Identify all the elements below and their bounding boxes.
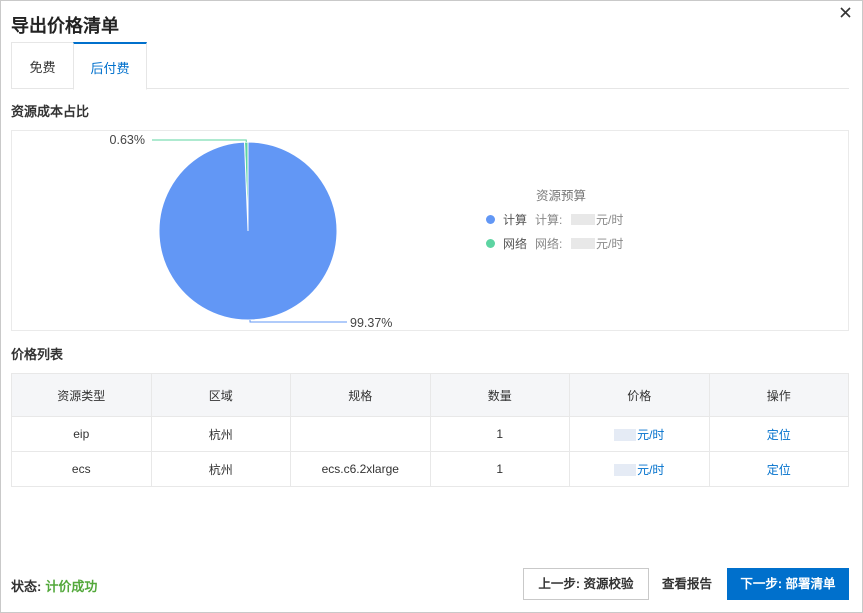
col-header-price: 价格 bbox=[569, 373, 710, 417]
redacted-price bbox=[614, 464, 637, 477]
cell-resource-type: ecs bbox=[11, 451, 152, 487]
pie-chart: 0.63% 99.37% bbox=[110, 133, 393, 330]
price-table: 资源类型 区域 规格 数量 价格 操作 eip 杭州 1 元/时 定位 ecs … bbox=[11, 373, 849, 487]
pie-slice-compute[interactable] bbox=[158, 141, 338, 321]
col-header-resource-type: 资源类型 bbox=[11, 373, 152, 417]
price-unit: 元/时 bbox=[637, 462, 665, 477]
price-unit: 元/时 bbox=[637, 427, 665, 442]
cell-resource-type: eip bbox=[11, 416, 152, 452]
legend-value-label-network: 网络: bbox=[535, 237, 563, 251]
col-header-spec: 规格 bbox=[290, 373, 431, 417]
status-value: 计价成功 bbox=[45, 579, 98, 594]
cell-spec bbox=[290, 416, 431, 452]
close-button[interactable] bbox=[836, 3, 856, 23]
tab-postpaid[interactable]: 后付费 bbox=[73, 42, 147, 90]
pie-chart-panel: 0.63% 99.37% 资源预算 计算 计算: 元/时 网络 网络: 元/时 bbox=[11, 130, 849, 331]
redacted-value bbox=[571, 238, 595, 249]
table-header-row: 资源类型 区域 规格 数量 价格 操作 bbox=[11, 373, 849, 417]
cell-action: 定位 bbox=[708, 416, 849, 452]
legend-unit-compute: 元/时 bbox=[596, 213, 624, 227]
cell-region: 杭州 bbox=[150, 451, 291, 487]
legend-value-label-compute: 计算: bbox=[535, 213, 563, 227]
next-step-button[interactable]: 下一步: 部署清单 bbox=[727, 568, 849, 600]
prev-step-button[interactable]: 上一步: 资源校验 bbox=[523, 568, 649, 600]
cell-quantity: 1 bbox=[429, 451, 570, 487]
status-label: 状态: bbox=[11, 579, 42, 594]
legend-name-compute: 计算 bbox=[503, 213, 528, 227]
locate-link[interactable]: 定位 bbox=[767, 463, 791, 477]
pie-data-label: 0.63% bbox=[110, 133, 145, 147]
status-line: 状态: 计价成功 bbox=[11, 576, 97, 595]
tab-free[interactable]: 免费 bbox=[11, 42, 73, 89]
cell-quantity: 1 bbox=[429, 416, 570, 452]
cell-action: 定位 bbox=[708, 451, 849, 487]
cell-price: 元/时 bbox=[569, 416, 710, 452]
tab-bar: 免费 后付费 bbox=[11, 42, 849, 90]
close-icon bbox=[840, 7, 851, 18]
table-row: ecs 杭州 ecs.c6.2xlarge 1 元/时 定位 bbox=[11, 451, 849, 487]
col-header-region: 区域 bbox=[150, 373, 291, 417]
col-header-action: 操作 bbox=[708, 373, 849, 417]
pie-label-leader-line bbox=[152, 139, 247, 143]
cell-region: 杭州 bbox=[150, 416, 291, 452]
cell-spec: ecs.c6.2xlarge bbox=[290, 451, 431, 487]
pie-data-label: 99.37% bbox=[350, 316, 392, 330]
dialog-title: 导出价格清单 bbox=[11, 16, 119, 36]
col-header-quantity: 数量 bbox=[429, 373, 570, 417]
redacted-value bbox=[571, 214, 595, 225]
locate-link[interactable]: 定位 bbox=[767, 428, 791, 442]
legend-unit-network: 元/时 bbox=[596, 237, 624, 251]
legend-dot-compute bbox=[486, 215, 495, 224]
section-price-list-title: 价格列表 bbox=[11, 347, 64, 362]
cell-price: 元/时 bbox=[569, 451, 710, 487]
legend-name-network: 网络 bbox=[503, 237, 528, 251]
view-report-button[interactable]: 查看报告 bbox=[656, 568, 718, 600]
export-price-dialog: 导出价格清单 免费 后付费 资源成本占比 0.63% 99.37% 资源预算 计算… bbox=[0, 0, 863, 613]
table-row: eip 杭州 1 元/时 定位 bbox=[11, 416, 849, 452]
pie-label-leader-line bbox=[249, 320, 347, 323]
legend-dot-network bbox=[486, 239, 495, 248]
section-cost-ratio-title: 资源成本占比 bbox=[11, 104, 90, 119]
legend-title: 资源预算 bbox=[536, 189, 587, 203]
redacted-price bbox=[614, 429, 637, 442]
